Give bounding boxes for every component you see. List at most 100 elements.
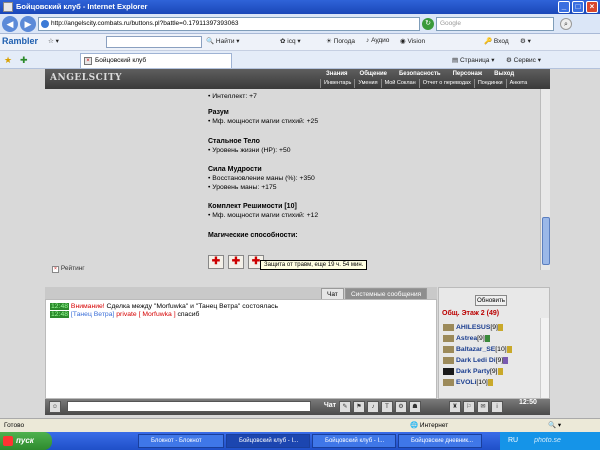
menu-exit[interactable]: Выход	[488, 70, 520, 79]
minimize-button[interactable]: _	[558, 1, 570, 13]
exit-icon[interactable]: ⚐	[463, 401, 475, 413]
taskbar-item[interactable]: Блокнот - Блокнот	[138, 434, 224, 448]
tools-menu[interactable]: ⚙ Сервис ▾	[506, 56, 541, 64]
tab-system-messages[interactable]: Системные сообщения	[345, 288, 428, 299]
user-name[interactable]: Dark Party	[456, 368, 490, 375]
taskbar-item[interactable]: Бойцовский клуб - I...	[312, 434, 396, 448]
forward-button[interactable]: ▶	[20, 16, 36, 32]
user-name[interactable]: Dark Ledi Di	[456, 357, 496, 364]
url-input[interactable]: http://angelscity.combats.ru/buttons.pl?…	[38, 17, 420, 31]
weather-button[interactable]: ☀ Погода	[326, 37, 355, 45]
chat-private[interactable]: private [ Morfuwka ]	[114, 311, 175, 318]
taskbar-item[interactable]: Бойцовские дневник...	[398, 434, 482, 448]
translit-icon[interactable]: T	[381, 401, 393, 413]
info-icon[interactable]	[497, 323, 503, 331]
user-list-item[interactable]: Astrea[9]	[443, 333, 543, 344]
bonus-title: Стальное Тело	[208, 138, 260, 145]
star-icon[interactable]: ☆ ▾	[48, 37, 59, 45]
icq-button[interactable]: ✿ icq ▾	[280, 37, 301, 45]
content-scrollbar[interactable]	[540, 89, 550, 270]
back-button[interactable]: ◀	[2, 16, 18, 32]
windows-logo-icon	[3, 436, 13, 446]
page-content: ANGELSCITY Знания Общение Безопасность П…	[0, 69, 600, 418]
page-menu-label: Страница	[459, 57, 490, 64]
inventory-icon[interactable]: ♜	[449, 401, 461, 413]
room-title: Общ. Этаж 2 (49)	[442, 310, 500, 317]
status-bar: Готово 🌐 Интернет 🔍 ▾	[0, 418, 600, 432]
magic-ability-button[interactable]: ✚	[208, 255, 224, 269]
game-clock: 12:50	[519, 399, 537, 406]
find-button[interactable]: 🔍 Найти ▾	[206, 37, 240, 45]
user-list-item[interactable]: EVOLi[10]	[443, 377, 543, 388]
smiley-icon[interactable]: ☺	[49, 401, 61, 413]
info-icon[interactable]	[503, 356, 509, 364]
add-favorite-icon[interactable]: ✚	[20, 55, 28, 66]
bonus-line: • Мф. мощности магии стихий: +25	[208, 118, 319, 125]
filter-icon[interactable]: ⚑	[353, 401, 365, 413]
menu-character[interactable]: Персонаж	[447, 70, 489, 79]
maximize-button[interactable]: □	[572, 1, 584, 13]
info-icon[interactable]	[497, 367, 503, 375]
user-list-panel: Обновить Общ. Этаж 2 (49) AHILESUS[9] As…	[438, 287, 550, 399]
mail-icon[interactable]: ✉	[477, 401, 489, 413]
bonus-block-steel-body: Стальное Тело • Уровень жизни (HP): +50	[208, 138, 291, 154]
chat-nick[interactable]: [Танец Ветра]	[71, 311, 114, 318]
info-icon[interactable]	[506, 345, 512, 353]
tab-fight-club[interactable]: × Бойцовский клуб	[80, 53, 232, 68]
chat-send-button[interactable]: Чат	[323, 401, 337, 413]
bonus-block-resolve-set: Комплект Решимости [10] • Мф. мощности м…	[208, 203, 318, 219]
menu-security[interactable]: Безопасность	[393, 70, 447, 79]
chat-input[interactable]	[67, 401, 311, 412]
user-list-scrollbar[interactable]	[540, 318, 549, 398]
close-button[interactable]: ×	[586, 1, 598, 13]
tab-chat[interactable]: Чат	[321, 288, 344, 299]
start-button[interactable]: пуск	[0, 432, 52, 450]
vision-button[interactable]: ◉ Vision	[400, 37, 425, 45]
menu-knowledge[interactable]: Знания	[320, 70, 354, 79]
settings-icon[interactable]: ⚙	[395, 401, 407, 413]
menu-communication[interactable]: Общение	[354, 70, 393, 79]
menu-inventory[interactable]: Инвентарь	[320, 79, 354, 88]
user-level: [9]	[490, 324, 498, 331]
user-list-item[interactable]: Dark Ledi Di[9]	[443, 355, 543, 366]
taskbar-item[interactable]: Бойцовский клуб - I...	[226, 434, 310, 448]
menu-skills[interactable]: Умения	[354, 79, 380, 88]
settings-icon[interactable]: ⚙ ▾	[520, 37, 531, 45]
scrollbar-thumb[interactable]	[542, 217, 550, 265]
sound-icon[interactable]: ♪	[367, 401, 379, 413]
user-list-item[interactable]: AHILESUS[9]	[443, 322, 543, 333]
user-name[interactable]: AHILESUS	[456, 324, 490, 331]
menu-profile[interactable]: Анкета	[505, 79, 531, 88]
rambler-search-input[interactable]	[106, 36, 202, 48]
menu-duels[interactable]: Поединки	[473, 79, 506, 88]
tab-close-icon[interactable]: ×	[84, 57, 92, 65]
rating-link[interactable]: × Рейтинг	[52, 265, 85, 273]
user-list-item[interactable]: Dark Party[9]	[443, 366, 543, 377]
language-indicator[interactable]: RU	[508, 437, 518, 444]
info-icon[interactable]	[484, 334, 490, 342]
users-icon[interactable]: ☗	[409, 401, 421, 413]
rambler-logo[interactable]: Rambler	[2, 36, 38, 46]
page-menu[interactable]: ▤ Страница ▾	[452, 56, 495, 64]
info-icon[interactable]	[487, 378, 493, 386]
zoom-level[interactable]: 🔍 ▾	[548, 419, 561, 432]
audio-button[interactable]: ♪ Аудио	[366, 37, 389, 44]
magic-ability-button[interactable]: ✚	[228, 255, 244, 269]
user-name[interactable]: Baltazar_SE	[456, 346, 495, 353]
favorites-star-icon[interactable]: ★	[4, 55, 12, 66]
search-input[interactable]: Google	[436, 17, 554, 31]
bonus-line: • Мф. мощности магии стихий: +12	[208, 212, 319, 219]
menu-transfer-report[interactable]: Отчет о переводах	[418, 79, 474, 88]
user-name[interactable]: EVOLi	[456, 379, 476, 386]
menu-my-soclan[interactable]: Мой Соклан	[380, 79, 419, 88]
info-icon[interactable]: i	[491, 401, 503, 413]
user-list-item[interactable]: Baltazar_SE[10]	[443, 344, 543, 355]
refresh-icon[interactable]: ↻	[422, 18, 434, 30]
search-icon[interactable]: ⌕	[560, 18, 572, 30]
user-name[interactable]: Astrea	[456, 335, 477, 342]
login-button[interactable]: 🔑 Вход	[484, 37, 509, 45]
refresh-button[interactable]: Обновить	[475, 295, 507, 306]
vision-label: Vision	[407, 38, 426, 45]
clear-icon[interactable]: ✎	[339, 401, 351, 413]
magic-buttons: ✚ ✚ ✚	[208, 255, 264, 269]
